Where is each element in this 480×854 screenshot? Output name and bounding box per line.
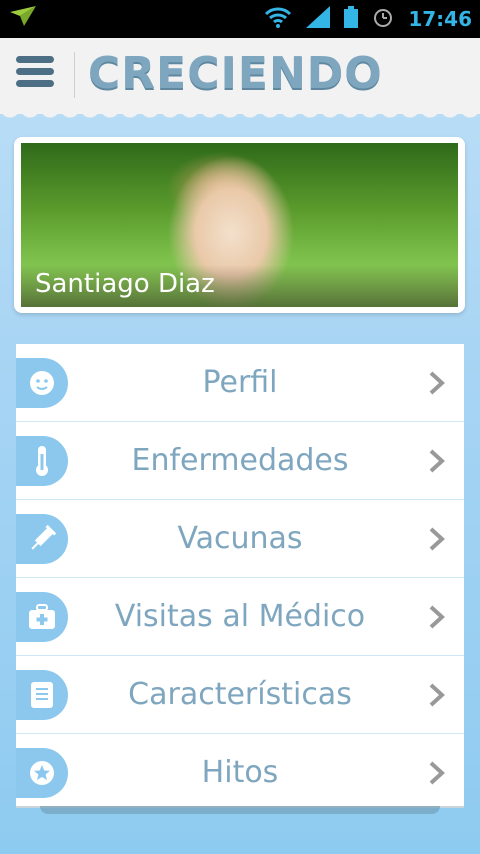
syringe-icon bbox=[16, 514, 68, 564]
star-icon bbox=[16, 748, 68, 798]
child-photo: Santiago Diaz bbox=[21, 143, 458, 307]
child-profile-card[interactable]: Santiago Diaz bbox=[14, 137, 465, 313]
status-bar: 17:46 bbox=[0, 0, 480, 38]
menu-item-label: Hitos bbox=[201, 755, 279, 790]
medical-kit-icon bbox=[16, 592, 68, 642]
main-menu-list: Perfil Enfermedades Vacunas Visitas al M… bbox=[16, 344, 464, 806]
wifi-icon bbox=[264, 6, 292, 32]
status-time: 17:46 bbox=[408, 7, 472, 31]
menu-item-label: Enfermedades bbox=[131, 443, 349, 478]
menu-item-vacunas[interactable]: Vacunas bbox=[16, 500, 464, 578]
notification-icon bbox=[10, 6, 36, 30]
menu-item-perfil[interactable]: Perfil bbox=[16, 344, 464, 422]
app-title: CRECIENDO bbox=[88, 48, 383, 99]
menu-item-label: Visitas al Médico bbox=[114, 599, 366, 634]
menu-bottom-shadow bbox=[40, 806, 440, 814]
app-header: CRECIENDO bbox=[0, 38, 480, 114]
signal-icon bbox=[306, 6, 331, 32]
menu-item-label: Perfil bbox=[202, 365, 278, 400]
hamburger-menu-button[interactable] bbox=[16, 56, 56, 90]
thermometer-icon bbox=[16, 436, 68, 486]
chevron-right-icon bbox=[428, 526, 446, 556]
header-divider bbox=[74, 52, 75, 98]
menu-item-caracteristicas[interactable]: Características bbox=[16, 656, 464, 734]
menu-item-enfermedades[interactable]: Enfermedades bbox=[16, 422, 464, 500]
chevron-right-icon bbox=[428, 760, 446, 790]
chevron-right-icon bbox=[428, 448, 446, 478]
chevron-right-icon bbox=[428, 604, 446, 634]
child-name: Santiago Diaz bbox=[35, 269, 215, 299]
alarm-icon bbox=[372, 6, 394, 32]
chevron-right-icon bbox=[428, 682, 446, 712]
menu-item-label: Características bbox=[128, 677, 352, 712]
face-icon bbox=[16, 358, 68, 408]
header-scallop-edge bbox=[0, 108, 480, 124]
battery-icon bbox=[344, 6, 359, 32]
chevron-right-icon bbox=[428, 370, 446, 400]
notes-icon bbox=[16, 670, 68, 720]
menu-item-label: Vacunas bbox=[177, 521, 303, 556]
menu-item-hitos[interactable]: Hitos bbox=[16, 734, 464, 811]
menu-item-visitas[interactable]: Visitas al Médico bbox=[16, 578, 464, 656]
